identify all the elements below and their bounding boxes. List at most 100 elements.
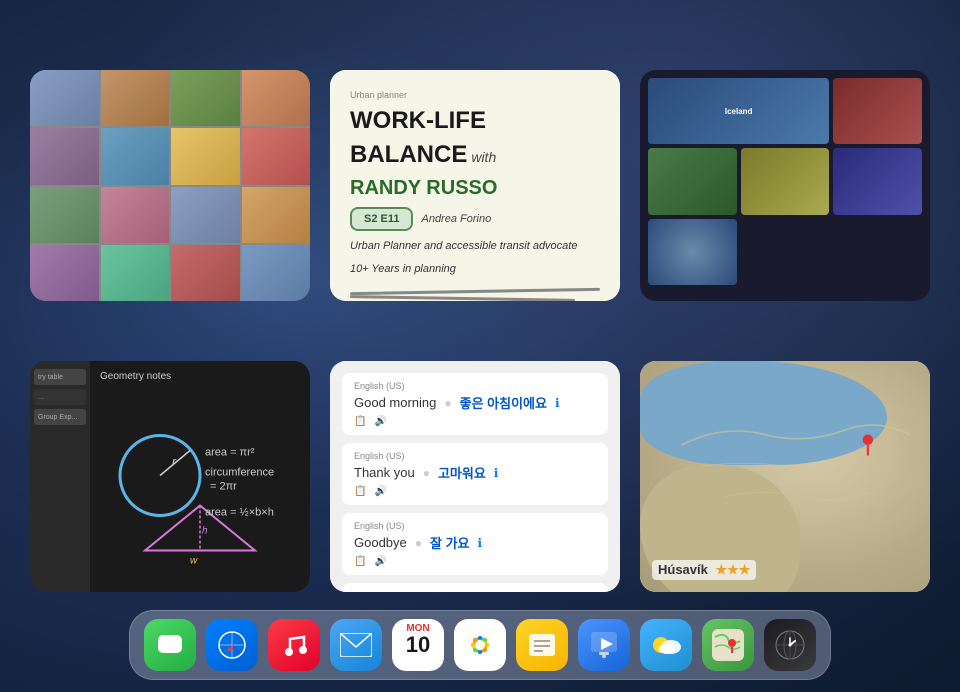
keynote-slide: Iceland xyxy=(648,78,829,144)
translate-copy-icon: 📋 xyxy=(354,416,366,427)
translate-lang: English (US) xyxy=(354,381,596,391)
translate-pair: English (US) Good morning ● 좋은 아침이에요 ℹ 📋… xyxy=(342,373,608,435)
photo-cell xyxy=(242,70,311,126)
app-card-notes[interactable]: Notes Urban planner Urban planner WORK-L… xyxy=(330,70,620,301)
notes-dividers xyxy=(350,290,600,301)
photo-cell xyxy=(30,128,99,184)
dock-icon-maps[interactable] xyxy=(702,619,754,671)
notes-content: Urban planner WORK-LIFE BALANCE with RAN… xyxy=(330,70,620,301)
translate-action-icons: 📋 🔊 xyxy=(354,486,596,497)
translate-lang: English (US) xyxy=(354,591,596,592)
notes-doc-title: Urban planner xyxy=(350,90,600,100)
notes-with: with xyxy=(471,149,496,165)
photo-cell xyxy=(30,70,99,126)
dock-icon-photos[interactable] xyxy=(454,619,506,671)
translate-action-icons: 📋 🔊 xyxy=(354,556,596,567)
calc-note-title: Geometry notes xyxy=(100,371,300,382)
notes-person-name: RANDY RUSSO xyxy=(350,177,600,199)
notes-person2: Andrea Forino xyxy=(421,213,491,225)
notes-badge: S2 E11 xyxy=(350,207,413,231)
dock-icon-calendar[interactable]: MON 10 xyxy=(392,619,444,671)
calc-drawing-area: r h w area = πr² circumference = 2πr are… xyxy=(100,390,300,581)
map-city-name: Húsavík xyxy=(658,562,708,577)
translate-info-icon: ℹ xyxy=(478,536,483,550)
translate-arrow: ● xyxy=(415,536,422,550)
calculator-content: try table ... Group Exp... Geometry note… xyxy=(30,361,310,592)
translate-target: 잘 가요 xyxy=(430,533,470,552)
translate-pair: English (US) I love you ● 사랑해요 ℹ xyxy=(342,583,608,592)
translate-speaker-icon: 🔊 xyxy=(374,416,386,427)
notes-headline: WORK-LIFE xyxy=(350,108,486,134)
translate-content: English (US) Good morning ● 좋은 아침이에요 ℹ 📋… xyxy=(330,361,620,592)
translate-info-icon: ℹ xyxy=(555,396,560,410)
dock-icon-weather[interactable] xyxy=(640,619,692,671)
app-card-keynote[interactable]: Keynote Iceland Iceland xyxy=(640,70,930,301)
app-switcher: Photos Notes Urban planner xyxy=(30,30,930,592)
calculator-sidebar: try table ... Group Exp... xyxy=(30,361,90,592)
dock-icon-mail[interactable] xyxy=(330,619,382,671)
map-background xyxy=(640,361,930,592)
translate-arrow: ● xyxy=(444,396,451,410)
photo-cell xyxy=(171,187,240,243)
photo-cell xyxy=(101,187,170,243)
photos-grid xyxy=(30,70,310,301)
svg-text:w: w xyxy=(190,556,198,567)
photo-cell xyxy=(171,128,240,184)
photo-cell xyxy=(171,245,240,301)
dock-icon-worldclock[interactable] xyxy=(764,619,816,671)
dock-icon-messages[interactable] xyxy=(144,619,196,671)
app-card-photos[interactable]: Photos xyxy=(30,70,310,301)
dock-icon-keynote[interactable] xyxy=(578,619,630,671)
translate-speaker-icon: 🔊 xyxy=(374,486,386,497)
notes-body2: 10+ Years in planning xyxy=(350,262,600,277)
calc-sidebar-item: ... xyxy=(34,389,86,405)
photo-cell xyxy=(242,187,311,243)
translate-target: 좋은 아침이에요 xyxy=(460,393,547,412)
calculator-main: Geometry notes r h w xyxy=(90,361,310,592)
svg-text:area = ½×b×h: area = ½×b×h xyxy=(205,507,274,519)
maps-content: Húsavík ★★★ xyxy=(640,361,930,592)
dock: MON 10 xyxy=(129,610,831,680)
notes-body1: Urban Planner and accessible transit adv… xyxy=(350,239,600,254)
keynote-slide xyxy=(648,148,737,214)
translate-source: Thank you xyxy=(354,465,415,480)
photo-cell xyxy=(101,128,170,184)
notes-headline2: BALANCE xyxy=(350,142,467,168)
translate-source: Goodbye xyxy=(354,535,407,550)
photo-cell xyxy=(242,128,311,184)
dock-icon-notes[interactable] xyxy=(516,619,568,671)
translate-copy-icon: 📋 xyxy=(354,486,366,497)
map-location-label: Húsavík ★★★ xyxy=(652,560,756,580)
translate-arrow: ● xyxy=(423,466,430,480)
svg-text:circumference: circumference xyxy=(205,467,274,479)
photo-cell xyxy=(30,187,99,243)
svg-text:area = πr²: area = πr² xyxy=(205,447,255,459)
photo-cell xyxy=(30,245,99,301)
app-card-translate[interactable]: 💬 Translate English (US) Good morning ● … xyxy=(330,361,620,592)
photo-cell xyxy=(101,245,170,301)
svg-text:h: h xyxy=(202,526,208,537)
calc-sidebar-item: Group Exp... xyxy=(34,409,86,425)
calendar-day-label: 10 xyxy=(406,634,430,656)
translate-lang: English (US) xyxy=(354,521,596,531)
keynote-slide xyxy=(833,148,922,214)
translate-pair: English (US) Goodbye ● 잘 가요 ℹ 📋 🔊 xyxy=(342,513,608,575)
translate-info-icon: ℹ xyxy=(494,466,499,480)
keynote-content: Iceland xyxy=(640,70,930,301)
app-card-maps[interactable]: Maps Húsavík Húsavík xyxy=(640,361,930,592)
keynote-slide xyxy=(648,219,737,285)
dock-icon-music[interactable] xyxy=(268,619,320,671)
keynote-slide xyxy=(741,148,830,214)
photo-cell xyxy=(171,70,240,126)
dock-icon-safari[interactable] xyxy=(206,619,258,671)
translate-action-icons: 📋 🔊 xyxy=(354,416,596,427)
app-card-calculator[interactable]: ± Calculator try table ... Group Exp... … xyxy=(30,361,310,592)
svg-text:= 2πr: = 2πr xyxy=(210,481,237,493)
photo-cell xyxy=(101,70,170,126)
translate-speaker-icon: 🔊 xyxy=(374,556,386,567)
translate-lang: English (US) xyxy=(354,451,596,461)
translate-target: 고마워요 xyxy=(438,463,486,482)
map-star-rating: ★★★ xyxy=(716,562,751,577)
keynote-slide xyxy=(833,78,922,144)
translate-copy-icon: 📋 xyxy=(354,556,366,567)
